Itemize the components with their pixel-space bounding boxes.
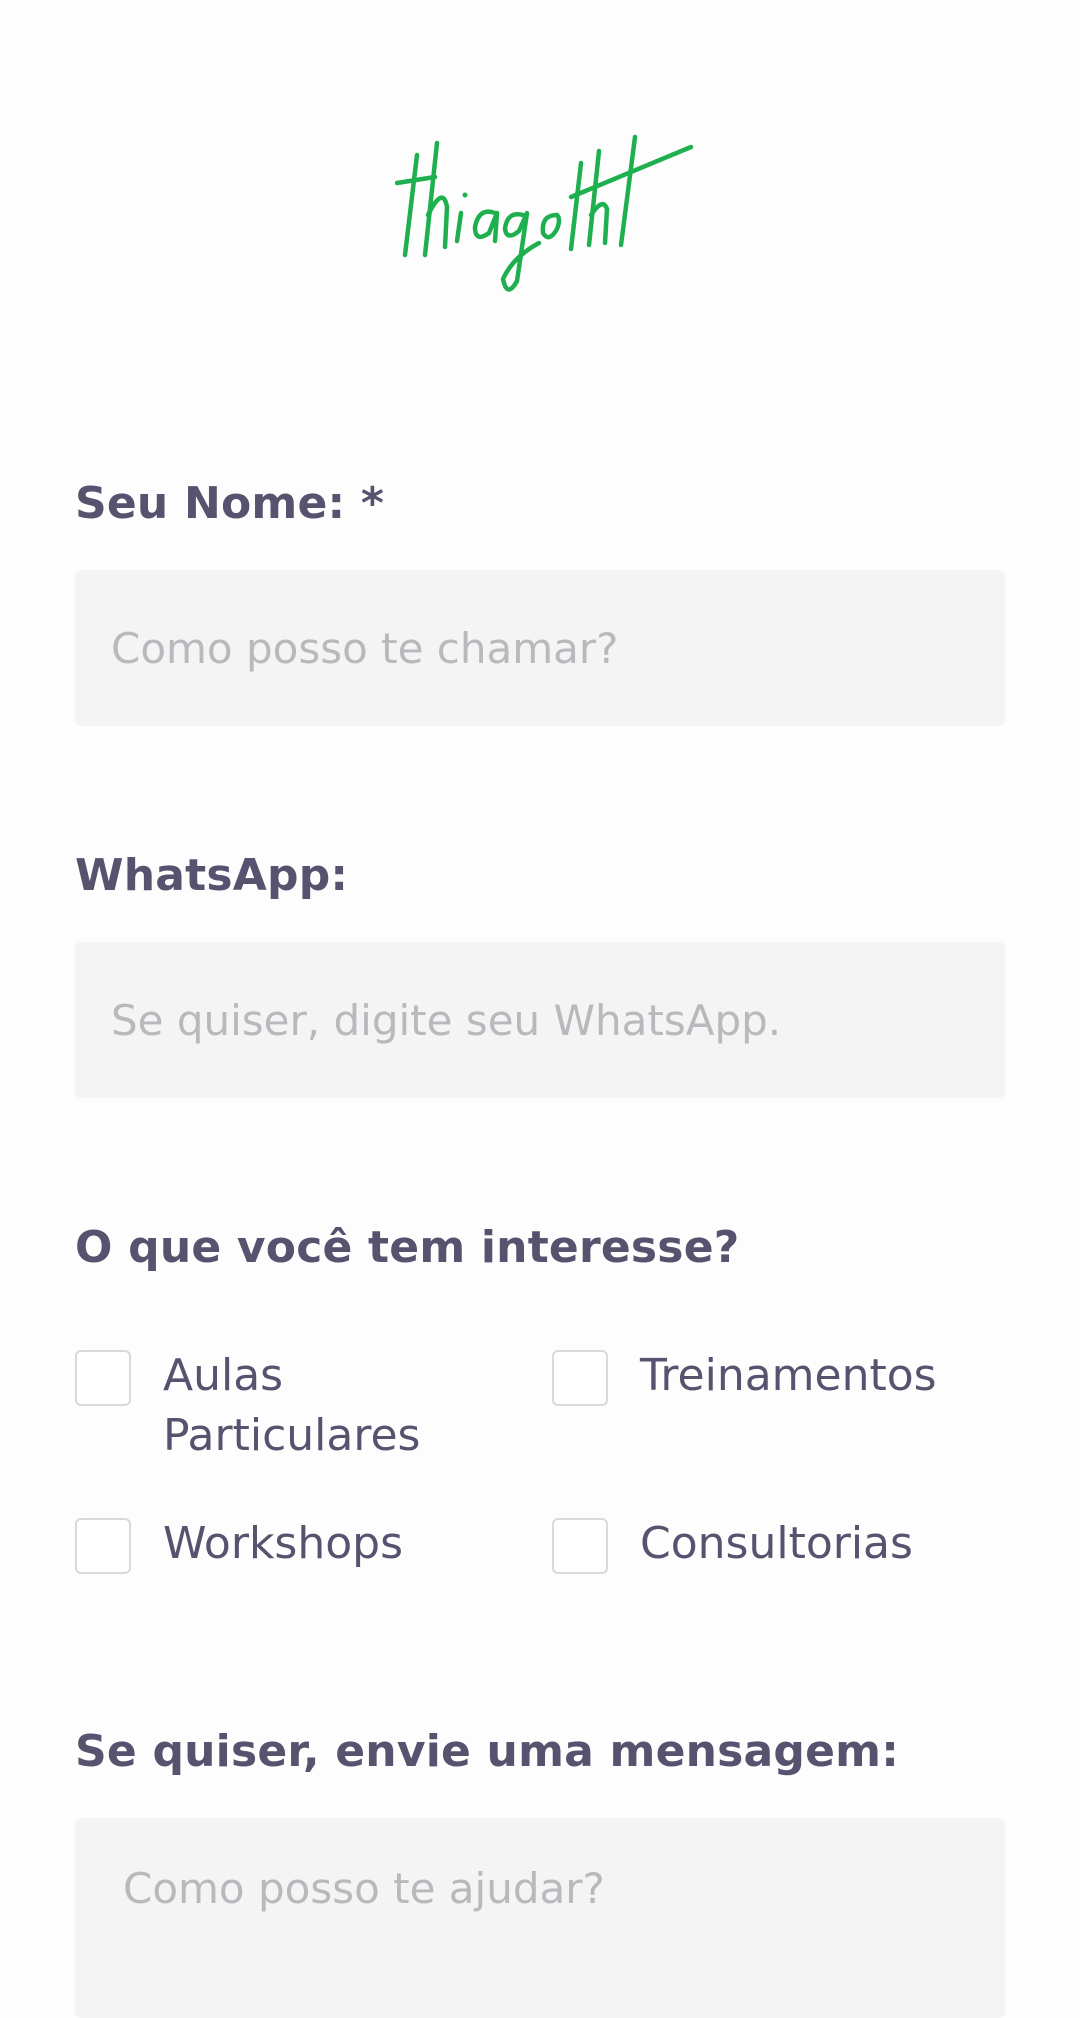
signature-logo-graphic xyxy=(394,134,694,292)
brand-logo xyxy=(394,115,695,295)
option-treinamentos[interactable]: Treinamentos xyxy=(552,1350,937,1406)
name-label: Seu Nome: * xyxy=(75,478,385,529)
option-workshops[interactable]: Workshops xyxy=(75,1518,403,1574)
option-label: Consultorias xyxy=(640,1518,913,1569)
option-label: Workshops xyxy=(163,1518,404,1569)
message-label: Se quiser, envie uma mensagem: xyxy=(75,1726,899,1777)
aulas-particulares-checkbox[interactable] xyxy=(75,1350,131,1406)
option-consultorias[interactable]: Consultorias xyxy=(552,1518,913,1574)
option-label: Aulas Particulares xyxy=(163,1350,421,1461)
whatsapp-input[interactable] xyxy=(75,942,1005,1098)
interests-label: O que você tem interesse? xyxy=(75,1222,740,1273)
option-label: Treinamentos xyxy=(640,1350,937,1401)
whatsapp-label: WhatsApp: xyxy=(75,850,349,901)
name-input[interactable] xyxy=(75,570,1005,726)
consultorias-checkbox[interactable] xyxy=(552,1518,608,1574)
message-textarea[interactable] xyxy=(75,1818,1005,2018)
workshops-checkbox[interactable] xyxy=(75,1518,131,1574)
treinamentos-checkbox[interactable] xyxy=(552,1350,608,1406)
option-aulas-particulares[interactable]: Aulas Particulares xyxy=(75,1350,463,1466)
